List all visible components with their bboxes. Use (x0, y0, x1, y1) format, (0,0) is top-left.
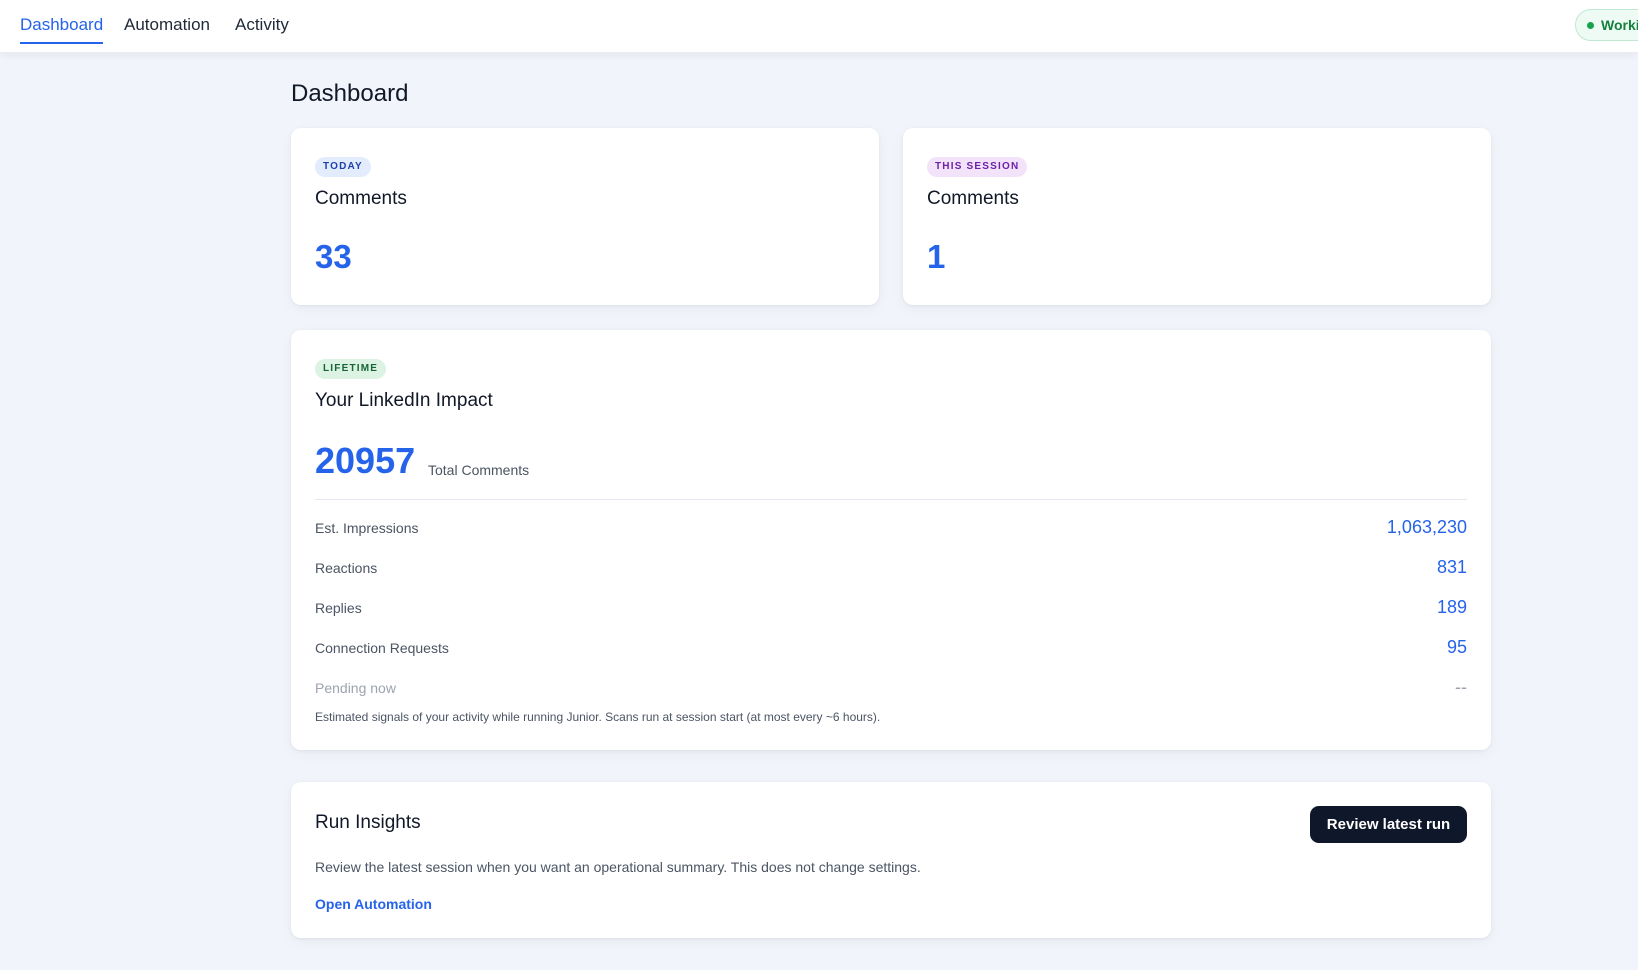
stat-value: -- (1455, 677, 1467, 697)
stat-label: Est. Impressions (315, 520, 419, 536)
total-comments-label: Total Comments (428, 462, 530, 478)
today-comments-card: TODAY Comments 33 (291, 128, 879, 305)
today-badge: TODAY (315, 157, 371, 177)
stat-label: Replies (315, 600, 362, 616)
lifetime-badge: LIFETIME (315, 359, 387, 379)
top-navigation-bar: Dashboard Automation Activity Working (0, 0, 1638, 53)
session-badge: THIS SESSION (927, 157, 1028, 177)
impact-footnote: Estimated signals of your activity while… (315, 710, 881, 724)
divider (315, 499, 1467, 500)
tab-dashboard[interactable]: Dashboard (20, 14, 104, 44)
review-latest-run-button[interactable]: Review latest run (1310, 806, 1467, 843)
impact-card-title: Your LinkedIn Impact (315, 390, 493, 411)
tab-activity[interactable]: Activity (235, 14, 289, 44)
tab-automation[interactable]: Automation (124, 14, 210, 44)
status-badge: Working (1575, 9, 1638, 41)
stat-value: 95 (1446, 637, 1467, 657)
stat-row-connection-requests: Connection Requests 95 (315, 637, 1467, 661)
today-comments-value: 33 (315, 238, 352, 275)
run-insights-description: Review the latest session when you want … (315, 859, 921, 875)
stat-label: Connection Requests (315, 640, 449, 656)
status-label: Working (1601, 17, 1638, 33)
run-insights-title: Run Insights (315, 812, 421, 833)
total-comments-value: 20957 (315, 440, 416, 481)
session-comments-card: THIS SESSION Comments 1 (903, 128, 1491, 305)
stat-label: Pending now (315, 680, 396, 696)
stat-value: 1,063,230 (1386, 517, 1467, 537)
run-insights-card: Run Insights Review latest run Review th… (291, 782, 1491, 938)
stat-row-impressions: Est. Impressions 1,063,230 (315, 517, 1467, 541)
session-card-title: Comments (927, 188, 1019, 209)
stat-row-replies: Replies 189 (315, 597, 1467, 621)
lifetime-impact-card: LIFETIME Your LinkedIn Impact 20957 Tota… (291, 330, 1491, 750)
stat-value: 831 (1436, 557, 1467, 577)
stat-label: Reactions (315, 560, 378, 576)
status-dot-icon (1587, 21, 1594, 29)
open-automation-link[interactable]: Open Automation (315, 896, 432, 912)
stat-row-reactions: Reactions 831 (315, 557, 1467, 581)
session-comments-value: 1 (927, 238, 946, 275)
stat-value: 189 (1436, 597, 1467, 617)
today-card-title: Comments (315, 188, 407, 209)
stat-row-pending-now: Pending now -- (315, 677, 1467, 701)
page-title: Dashboard (291, 80, 409, 107)
